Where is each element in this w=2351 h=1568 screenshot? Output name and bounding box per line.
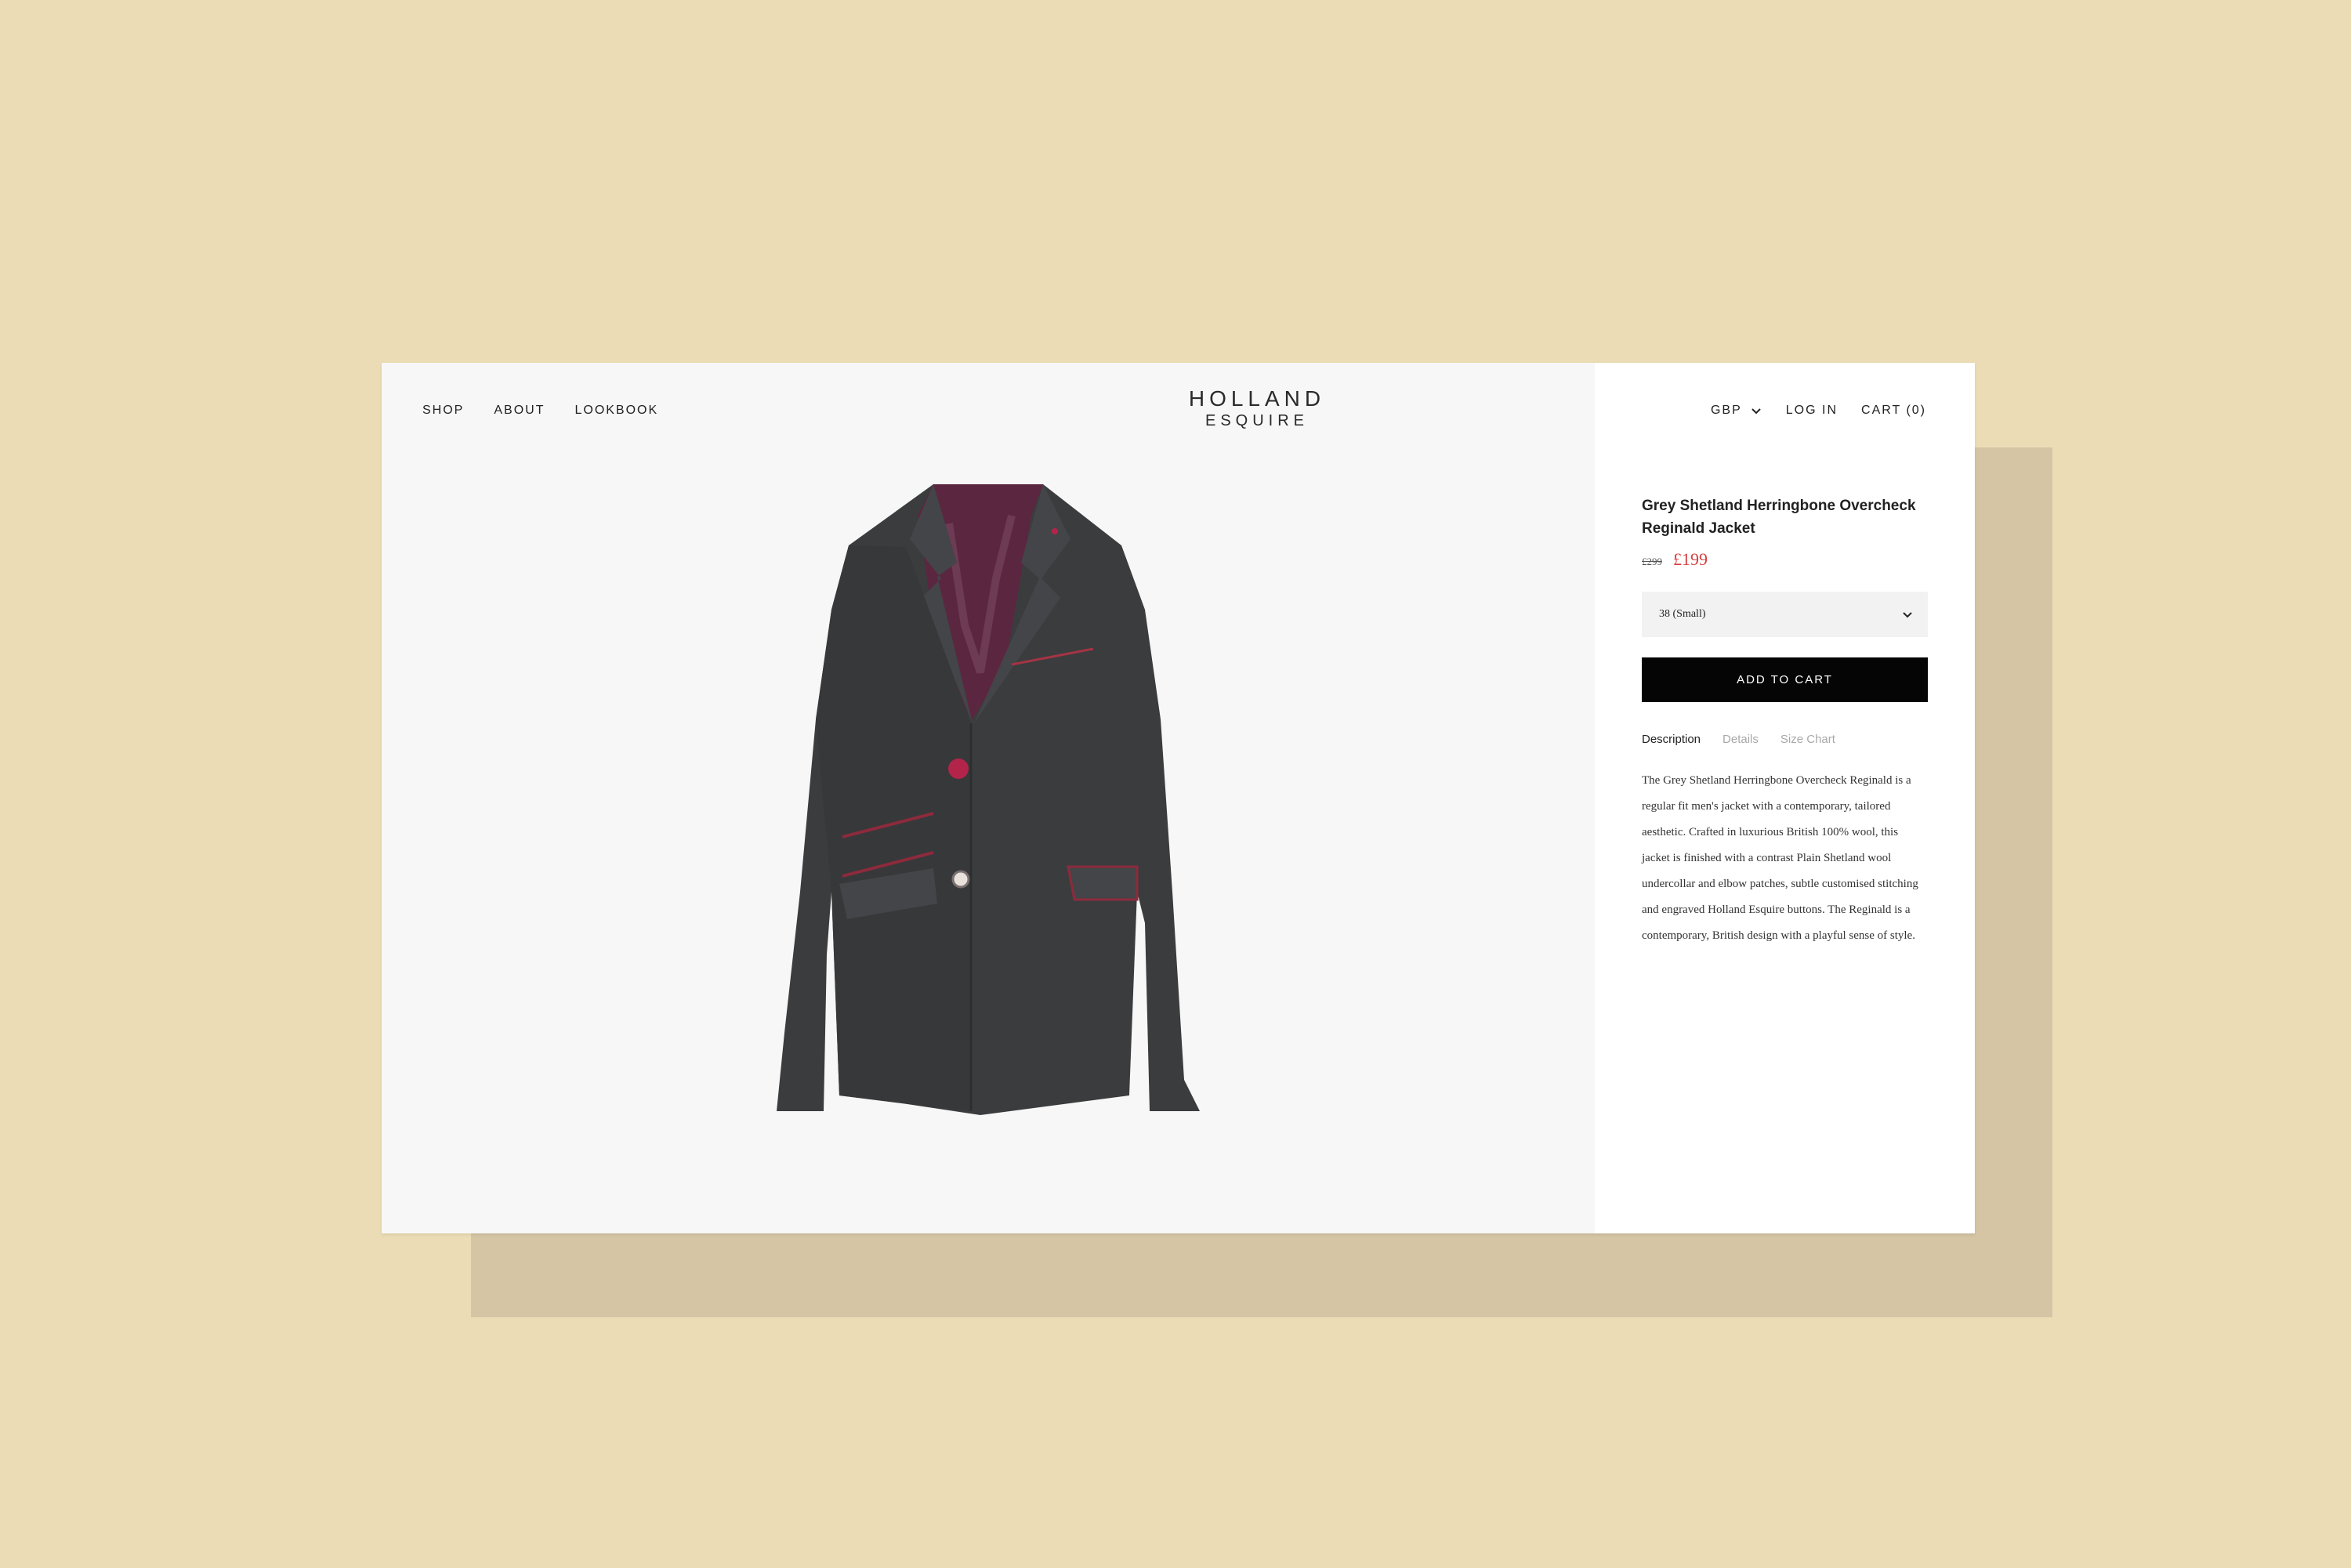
tab-details[interactable]: Details (1722, 732, 1759, 748)
nav-lookbook[interactable]: LOOKBOOK (574, 399, 658, 422)
product-jacket-image (777, 484, 1200, 1115)
login-link[interactable]: LOG IN (1786, 399, 1838, 422)
currency-label: GBP (1710, 404, 1742, 417)
size-selected-value: 38 (Small) (1659, 608, 1706, 620)
product-tabs: Description Details Size Chart (1642, 732, 1928, 748)
chevron-down-icon (1903, 612, 1912, 618)
sale-price: £199 (1673, 549, 1708, 569)
cart-link[interactable]: CART (0) (1861, 399, 1926, 422)
product-title: Grey Shetland Herringbone Overcheck Regi… (1642, 498, 1916, 537)
utility-nav: GBP LOG IN CART (0) (1711, 399, 1926, 422)
browser-window: SHOP ABOUT LOOKBOOK HOLLAND ESQUIRE GBP … (382, 363, 1975, 1233)
original-price: £299 (1642, 556, 1662, 567)
nav-shop[interactable]: SHOP (422, 399, 464, 422)
currency-selector[interactable]: GBP (1711, 399, 1762, 422)
logo-line-2: ESQUIRE (1204, 412, 1310, 429)
tab-description[interactable]: Description (1642, 732, 1701, 748)
product-details: Grey Shetland Herringbone Overcheck Regi… (1642, 494, 1928, 949)
size-select[interactable]: 38 (Small) (1642, 592, 1928, 637)
nav-about[interactable]: ABOUT (494, 399, 545, 422)
brand-logo[interactable]: HOLLAND ESQUIRE (1171, 386, 1343, 430)
chevron-down-icon (1751, 408, 1761, 415)
product-description: The Grey Shetland Herringbone Overcheck … (1642, 774, 1918, 942)
tab-size-chart[interactable]: Size Chart (1780, 732, 1835, 748)
price-row: £299 £199 (1642, 549, 1928, 570)
main-nav: SHOP ABOUT LOOKBOOK (422, 399, 658, 422)
logo-line-1: HOLLAND (1188, 386, 1326, 411)
add-to-cart-button[interactable]: ADD TO CART (1642, 657, 1928, 702)
